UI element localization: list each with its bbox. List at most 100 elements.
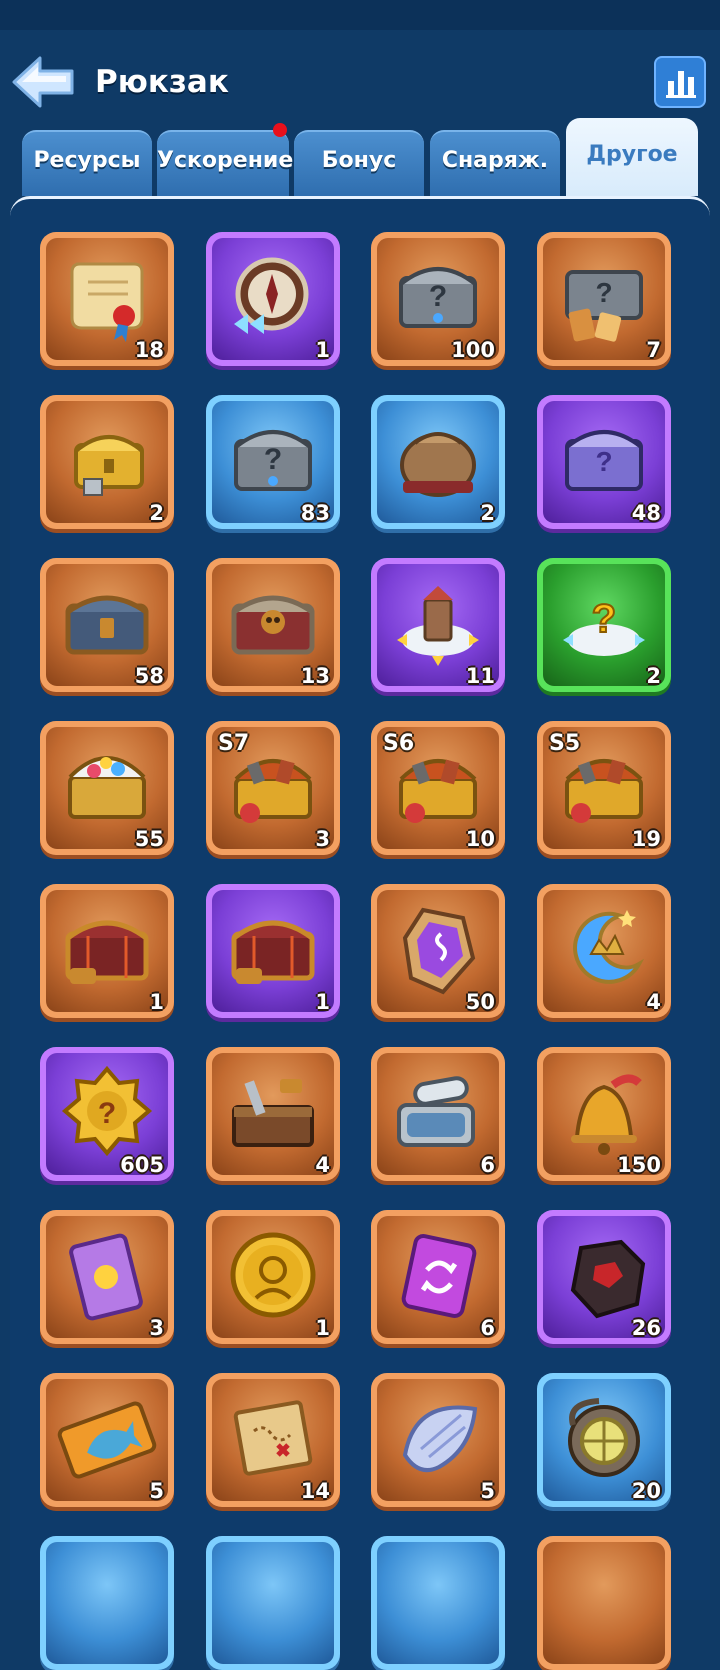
stats-button[interactable] — [654, 56, 706, 108]
tab-label: Ускорение — [157, 148, 294, 173]
season-label: S6 — [383, 731, 415, 756]
inventory-slot[interactable]: 4 — [537, 884, 671, 1018]
item-count: 2 — [149, 501, 164, 525]
slot-background — [543, 1542, 665, 1664]
inventory-slot[interactable] — [206, 1536, 340, 1670]
inventory-slot[interactable]: 18 — [40, 232, 174, 366]
item-count: 100 — [451, 338, 495, 362]
item-count: 83 — [300, 501, 330, 525]
gold-coin-icon — [230, 1232, 316, 1318]
mystery-steel-chest-icon: ? — [234, 430, 312, 491]
item-count: 10 — [465, 827, 495, 851]
inventory-slot[interactable]: 1 — [206, 232, 340, 366]
inventory-slot[interactable] — [537, 1536, 671, 1670]
slot-background — [377, 1542, 499, 1664]
item-count: 6 — [480, 1153, 495, 1177]
inventory-slot[interactable]: S5 19 — [537, 721, 671, 855]
inventory-slot[interactable]: 6 — [371, 1047, 505, 1181]
mystery-medal-icon: ? — [61, 1065, 153, 1157]
page-title: Рюкзак — [95, 64, 229, 100]
exchange-ticket-icon — [401, 1234, 477, 1318]
inventory-slot[interactable]: ? 605 — [40, 1047, 174, 1181]
inventory-slot[interactable]: 3 — [40, 1210, 174, 1344]
mystery-steel-chest-cards-icon: ? — [565, 270, 643, 342]
item-count: 2 — [646, 664, 661, 688]
scroll-icon — [70, 262, 144, 342]
item-count: 3 — [149, 1316, 164, 1340]
item-count: 14 — [300, 1479, 330, 1503]
inventory-slot[interactable]: S6 10 — [371, 721, 505, 855]
item-count: 5 — [149, 1479, 164, 1503]
building-relocate-icon — [397, 586, 479, 666]
tab-speedups[interactable]: Ускорение — [157, 130, 294, 196]
slot-background — [46, 1542, 168, 1664]
inventory-slot[interactable] — [40, 1536, 174, 1670]
inventory-slot[interactable]: 58 — [40, 558, 174, 692]
season-label: S7 — [218, 731, 250, 756]
item-count: 4 — [315, 1153, 330, 1177]
item-count: 2 — [480, 501, 495, 525]
inventory-slot[interactable]: ? 48 — [537, 395, 671, 529]
compass-speed-icon — [234, 257, 309, 334]
status-bar — [0, 0, 720, 30]
inventory-slot[interactable]: 13 — [206, 558, 340, 692]
inventory-slot[interactable] — [371, 1536, 505, 1670]
back-arrow-icon — [12, 56, 74, 108]
svg-text:?: ? — [595, 277, 612, 308]
inventory-slot[interactable]: 55 — [40, 721, 174, 855]
item-count: 5 — [480, 1479, 495, 1503]
sardine-can-icon — [397, 1076, 475, 1147]
inventory-slot[interactable]: 1 — [40, 884, 174, 1018]
inventory-slot[interactable]: 2 — [371, 395, 505, 529]
tab-resources[interactable]: Ресурсы — [22, 130, 152, 196]
inventory-slot[interactable]: ? 83 — [206, 395, 340, 529]
inventory-slot[interactable]: 4 — [206, 1047, 340, 1181]
inventory-slot[interactable]: 6 — [371, 1210, 505, 1344]
tab-label: Ресурсы — [33, 148, 141, 173]
inventory-slot[interactable]: 150 — [537, 1047, 671, 1181]
bell-icon — [571, 1074, 642, 1155]
item-count: 1 — [315, 990, 330, 1014]
item-count: 1 — [315, 338, 330, 362]
fish-ticket-icon — [57, 1401, 157, 1479]
dark-ore-icon — [570, 1239, 646, 1319]
inventory-slot[interactable]: 5 — [371, 1373, 505, 1507]
mystery-steel-chest-icon: ? — [399, 267, 477, 328]
inventory-slot[interactable]: ? 100 — [371, 232, 505, 366]
inventory-slot[interactable]: 5 — [40, 1373, 174, 1507]
item-count: 50 — [465, 990, 495, 1014]
tab-bonus[interactable]: Бонус — [294, 130, 424, 196]
inventory-slot[interactable]: 14 — [206, 1373, 340, 1507]
item-count: 1 — [149, 990, 164, 1014]
item-count: 150 — [617, 1153, 661, 1177]
purple-card-icon — [69, 1233, 143, 1321]
inventory-slot[interactable]: 2 — [40, 395, 174, 529]
svg-text:?: ? — [592, 597, 616, 641]
svg-text:?: ? — [429, 280, 447, 313]
random-relocate-icon: ? — [563, 596, 645, 656]
slot-background — [212, 1542, 334, 1664]
inventory-slot[interactable]: 20 — [537, 1373, 671, 1507]
tab-equipment[interactable]: Снаряж. — [430, 130, 560, 196]
inventory-slot[interactable]: ? 7 — [537, 232, 671, 366]
toolbox-icon — [232, 1079, 314, 1147]
treasure-map-icon — [233, 1400, 313, 1476]
crescent-crown-icon — [573, 910, 645, 984]
item-count: 20 — [631, 1479, 661, 1503]
back-button[interactable] — [10, 52, 76, 112]
sack-icon — [400, 432, 476, 497]
season-label: S5 — [549, 731, 581, 756]
inventory-slot[interactable]: ? 2 — [537, 558, 671, 692]
inventory-slot[interactable]: S7 3 — [206, 721, 340, 855]
red-treasure-chest-icon — [231, 920, 315, 984]
treasure-chest-icon — [68, 756, 146, 819]
inventory-slot[interactable]: 26 — [537, 1210, 671, 1344]
header: Рюкзак — [0, 30, 720, 130]
tab-other[interactable]: Другое — [566, 118, 698, 196]
inventory-slot[interactable]: 1 — [206, 884, 340, 1018]
inventory-slot[interactable]: 50 — [371, 884, 505, 1018]
svg-text:?: ? — [595, 446, 612, 477]
shell-icon — [402, 1405, 478, 1472]
inventory-slot[interactable]: 11 — [371, 558, 505, 692]
inventory-slot[interactable]: 1 — [206, 1210, 340, 1344]
